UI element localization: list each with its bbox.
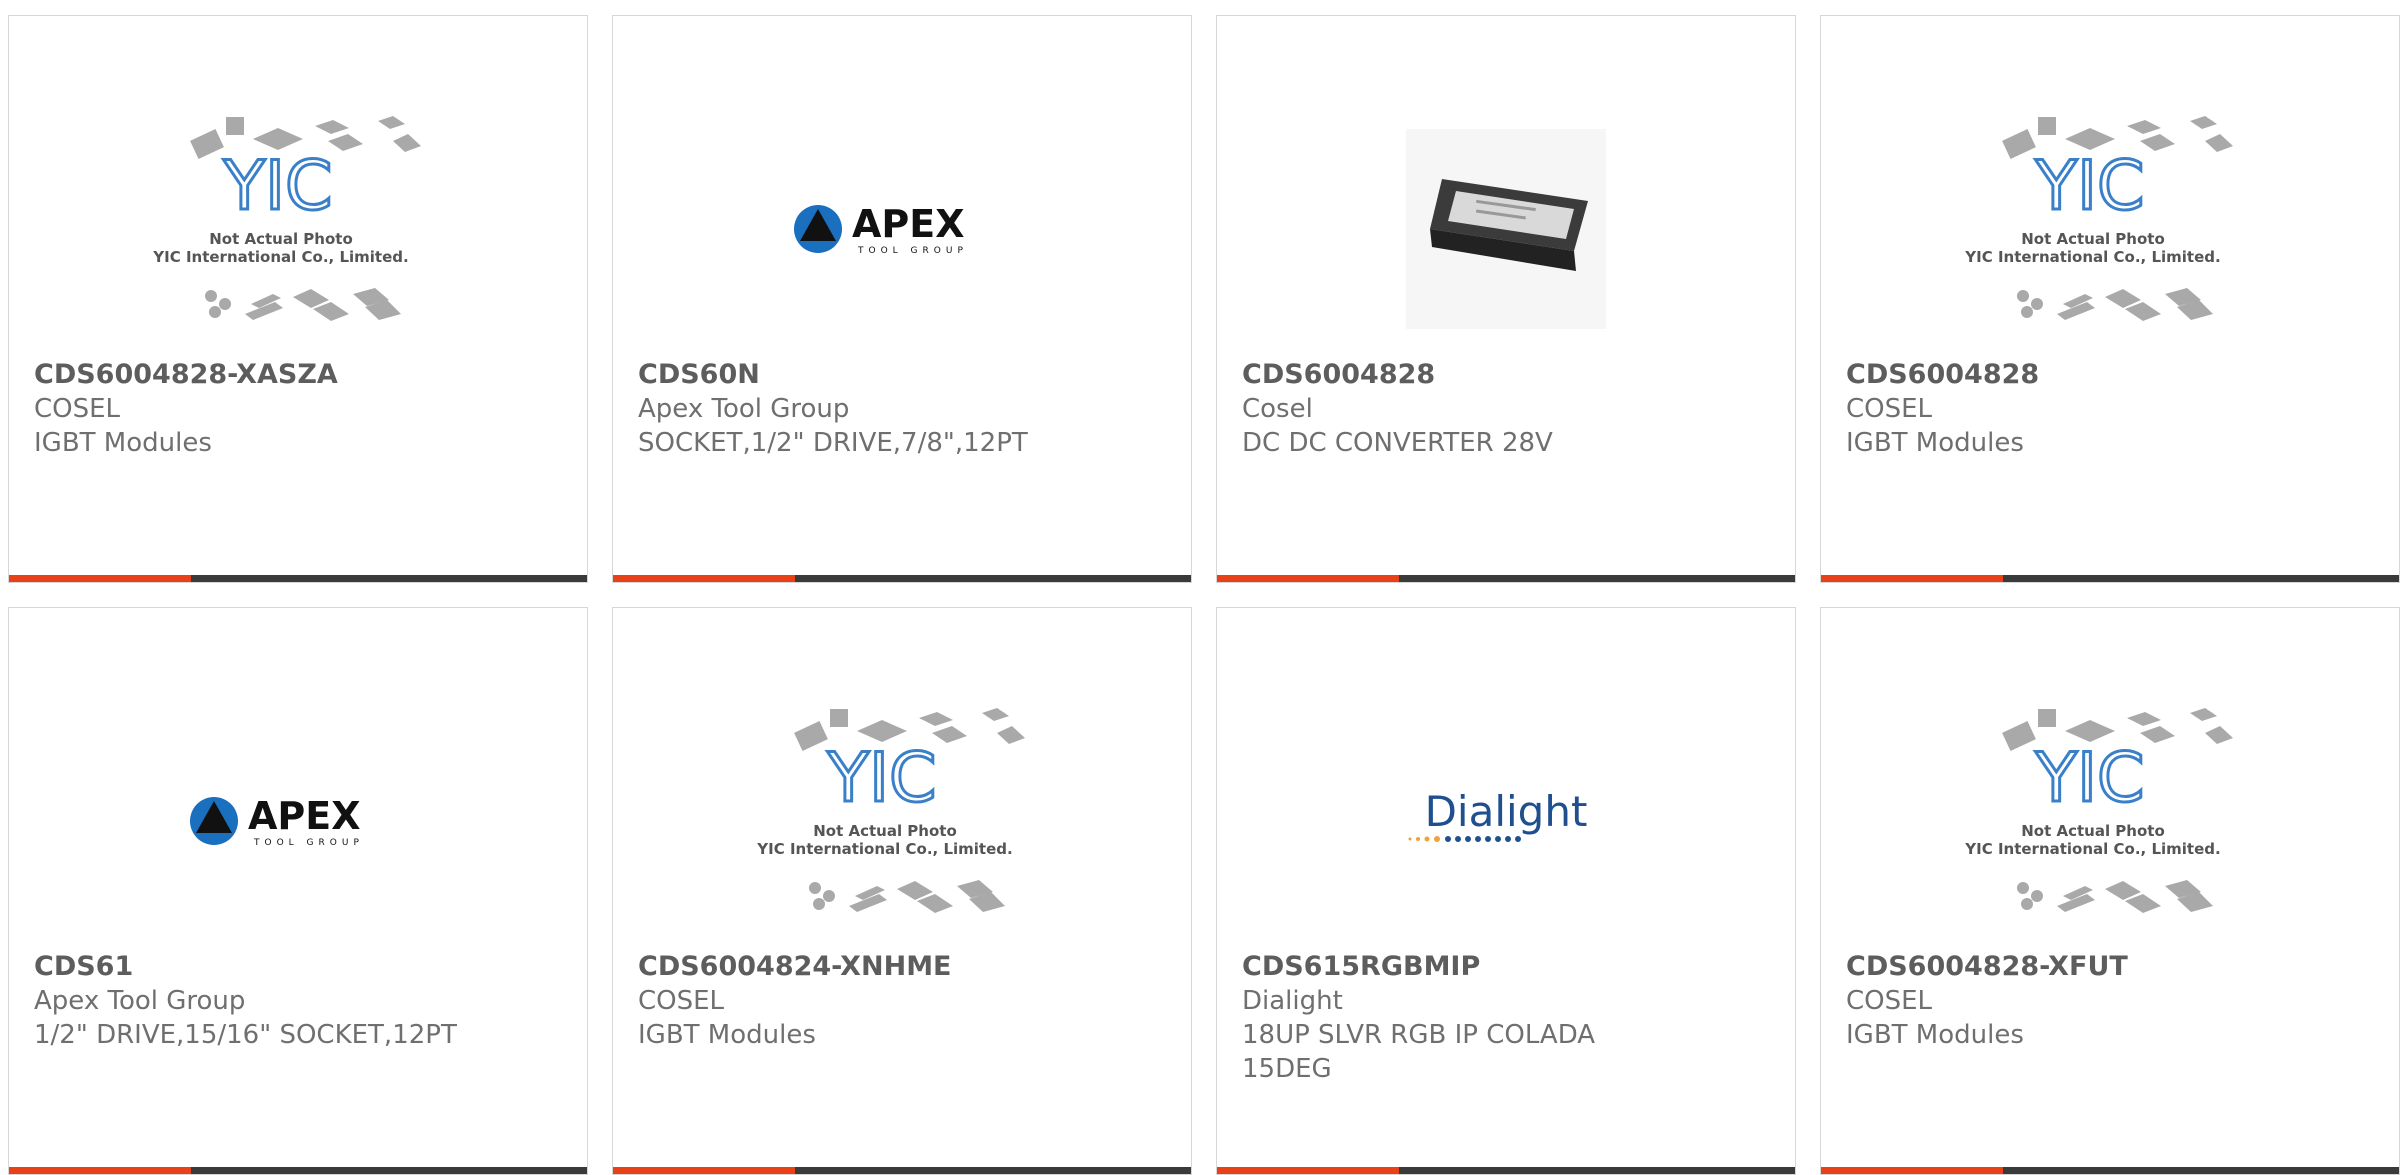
description: IGBT Modules	[1846, 1020, 2024, 1050]
product-image[interactable]: YIC Not Actual Photo YIC International C…	[1821, 96, 2399, 361]
part-number[interactable]: CDS61	[34, 950, 567, 984]
placeholder-line2: YIC International Co., Limited.	[1965, 840, 2221, 858]
product-card[interactable]: YIC Not Actual Photo YIC International C…	[1820, 607, 2400, 1175]
product-card[interactable]: APEX TOOL GROUP CDS61 Apex Tool Group 1/…	[8, 607, 588, 1175]
product-image[interactable]: APEX TOOL GROUP	[9, 688, 587, 953]
placeholder-line2: YIC International Co., Limited.	[1965, 248, 2221, 266]
description: DC DC CONVERTER 28V	[1242, 428, 1553, 458]
card-accent-bar	[1217, 1167, 1795, 1174]
description: 1/2" DRIVE,15/16" SOCKET,12PT	[34, 1020, 457, 1050]
part-number[interactable]: CDS6004828-XFUT	[1846, 950, 2379, 984]
card-accent-bar	[9, 1167, 587, 1174]
manufacturer: Dialight	[1242, 986, 1343, 1016]
part-number[interactable]: CDS60N	[638, 358, 1171, 392]
product-card[interactable]: YIC Not Actual Photo YIC International C…	[8, 15, 588, 583]
card-accent-bar	[1821, 1167, 2399, 1174]
product-card[interactable]: CDS6004828 Cosel DC DC CONVERTER 28V	[1216, 15, 1796, 583]
yic-logo: YIC	[826, 739, 936, 818]
dialight-logo-text: Dialight	[1425, 787, 1588, 836]
product-image[interactable]: YIC Not Actual Photo YIC International C…	[613, 688, 1191, 953]
manufacturer: COSEL	[34, 394, 121, 424]
apex-logo-text: APEX	[248, 794, 361, 838]
product-card[interactable]: YIC Not Actual Photo YIC International C…	[1820, 15, 2400, 583]
yic-logo: YIC	[2034, 147, 2144, 226]
description: SOCKET,1/2" DRIVE,7/8",12PT	[638, 428, 1028, 458]
placeholder-line1: Not Actual Photo	[2021, 822, 2165, 840]
description: 18UP SLVR RGB IP COLADA 15DEG	[1242, 1020, 1596, 1084]
placeholder-line2: YIC International Co., Limited.	[757, 840, 1013, 858]
manufacturer: COSEL	[638, 986, 725, 1016]
part-number[interactable]: CDS615RGBMIP	[1242, 950, 1775, 984]
manufacturer: Cosel	[1242, 394, 1313, 424]
manufacturer: COSEL	[1846, 394, 1933, 424]
placeholder-line1: Not Actual Photo	[209, 230, 353, 248]
card-accent-bar	[9, 575, 587, 582]
placeholder-line1: Not Actual Photo	[2021, 230, 2165, 248]
card-accent-bar	[1821, 575, 2399, 582]
description: IGBT Modules	[638, 1020, 816, 1050]
product-card[interactable]: YIC Not Actual Photo YIC International C…	[612, 607, 1192, 1175]
manufacturer: Apex Tool Group	[34, 986, 246, 1016]
part-number[interactable]: CDS6004824-XNHME	[638, 950, 1171, 984]
card-accent-bar	[1217, 575, 1795, 582]
product-image[interactable]: Dialight	[1217, 688, 1795, 953]
card-accent-bar	[613, 1167, 1191, 1174]
product-grid: YIC Not Actual Photo YIC International C…	[8, 15, 2400, 1175]
product-card[interactable]: APEX TOOL GROUP CDS60N Apex Tool Group S…	[612, 15, 1192, 583]
placeholder-line2: YIC International Co., Limited.	[153, 248, 409, 266]
placeholder-line1: Not Actual Photo	[813, 822, 957, 840]
apex-logo-sub: TOOL GROUP	[253, 838, 364, 848]
card-accent-bar	[613, 575, 1191, 582]
manufacturer: COSEL	[1846, 986, 1933, 1016]
part-number[interactable]: CDS6004828	[1846, 358, 2379, 392]
product-card[interactable]: Dialight CDS615RGBMIP Dialight 18UP SLVR…	[1216, 607, 1796, 1175]
apex-logo-text: APEX	[852, 202, 965, 246]
product-image[interactable]: YIC Not Actual Photo YIC International C…	[9, 96, 587, 361]
product-image[interactable]	[1217, 96, 1795, 361]
description: IGBT Modules	[34, 428, 212, 458]
manufacturer: Apex Tool Group	[638, 394, 850, 424]
yic-logo: YIC	[2034, 739, 2144, 818]
part-number[interactable]: CDS6004828	[1242, 358, 1775, 392]
product-image[interactable]: YIC Not Actual Photo YIC International C…	[1821, 688, 2399, 953]
part-number[interactable]: CDS6004828-XASZA	[34, 358, 567, 392]
product-image[interactable]: APEX TOOL GROUP	[613, 96, 1191, 361]
apex-logo-sub: TOOL GROUP	[857, 246, 968, 256]
yic-logo: YIC	[222, 147, 332, 226]
description: IGBT Modules	[1846, 428, 2024, 458]
